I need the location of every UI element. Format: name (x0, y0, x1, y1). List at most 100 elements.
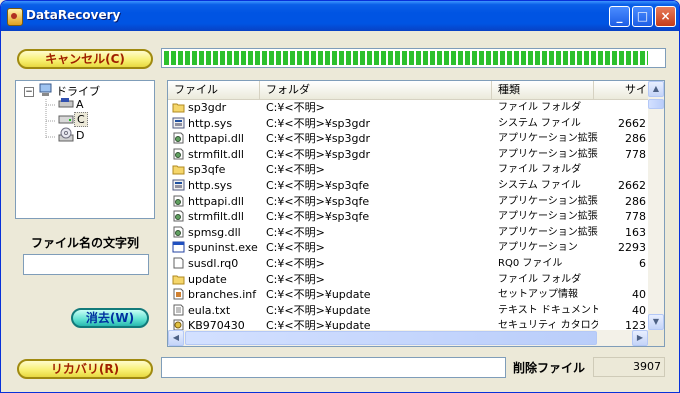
column-header-type[interactable]: 種類 (492, 81, 594, 99)
table-row[interactable]: eula.txt C:¥<不明>¥update テキスト ドキュメント 40 (168, 303, 648, 319)
text-document-icon (173, 304, 184, 316)
tree-item-label: A (76, 98, 84, 111)
minimize-button[interactable]: _ (609, 6, 630, 27)
size-cell: 40 (632, 288, 646, 302)
type-cell: RQ0 ファイル (498, 258, 563, 269)
file-name-cell: strmfilt.dll (188, 147, 244, 161)
file-name-cell: spmsg.dll (188, 225, 241, 239)
file-name-cell: spuninst.exe (188, 241, 258, 255)
size-cell: 2662 (618, 179, 646, 192)
scan-progress-bar (161, 48, 666, 68)
table-row[interactable]: susdl.rq0 C:¥<不明> RQ0 ファイル 6 (168, 256, 648, 272)
type-cell: アプリケーション拡張 (498, 211, 598, 223)
vertical-scrollbar[interactable]: ▲ ▼ (648, 81, 664, 330)
delete-button[interactable]: 消去(W) (71, 308, 149, 328)
type-cell: アプリケーション拡張 (498, 133, 598, 145)
application-icon (172, 241, 185, 253)
vertical-scroll-thumb[interactable] (648, 99, 664, 109)
file-name-cell: httpapi.dll (188, 132, 244, 146)
column-header-size[interactable]: サイ (594, 81, 650, 99)
deleted-files-count: 3907 (593, 357, 665, 377)
table-row[interactable]: update C:¥<不明> ファイル フォルダ (168, 272, 648, 288)
system-file-icon (172, 117, 185, 129)
size-cell (598, 272, 646, 287)
list-header: ファイル フォルダ 種類 サイ (168, 81, 650, 100)
type-cell: システム ファイル (498, 117, 581, 129)
folder-cell: C:¥<不明> (266, 101, 325, 114)
size-cell (598, 100, 646, 115)
cancel-button[interactable]: キャンセル(C) (17, 49, 153, 69)
filename-filter-label: ファイル名の文字列 (30, 236, 139, 250)
table-row[interactable]: branches.inf C:¥<不明>¥update セットアップ情報 40 (168, 287, 648, 303)
table-row[interactable]: strmfilt.dll C:¥<不明>¥sp3qfe アプリケーション拡張 778 (168, 209, 648, 225)
column-header-folder[interactable]: フォルダ (260, 81, 492, 99)
folder-cell: C:¥<不明>¥sp3qfe (266, 194, 370, 208)
folder-cell: C:¥<不明> (266, 272, 325, 286)
size-cell: 2293 (618, 241, 646, 255)
folder-cell: C:¥<不明>¥sp3gdr (266, 116, 371, 130)
recover-button[interactable]: リカバリ(R) (17, 359, 153, 379)
size-cell: 286 (625, 194, 646, 208)
size-cell: 286 (625, 132, 646, 146)
scroll-down-button[interactable]: ▼ (648, 314, 664, 330)
file-name-cell: eula.txt (188, 303, 231, 317)
size-cell: 6 (639, 257, 646, 270)
file-name-cell: sp3gdr (188, 101, 227, 114)
table-row[interactable]: spuninst.exe C:¥<不明> アプリケーション 2293 (168, 240, 648, 256)
table-row[interactable]: sp3gdr C:¥<不明> ファイル フォルダ (168, 100, 648, 116)
table-row[interactable]: spmsg.dll C:¥<不明> アプリケーション拡張 163 (168, 225, 648, 241)
size-cell: 778 (625, 147, 646, 161)
dll-icon (173, 210, 184, 222)
folder-cell: C:¥<不明> (266, 225, 325, 239)
table-row[interactable]: strmfilt.dll C:¥<不明>¥sp3gdr アプリケーション拡張 778 (168, 147, 648, 163)
horizontal-scrollbar[interactable]: ◀ ▶ (168, 330, 648, 346)
window-title: DataRecovery (26, 8, 121, 22)
recover-path-input[interactable] (161, 357, 506, 378)
tree-item-label: C (74, 112, 88, 127)
title-bar[interactable]: DataRecovery _ □ × (1, 1, 679, 31)
drive-tree[interactable]: − ドライブ A C D (15, 80, 155, 219)
folder-cell: C:¥<不明>¥sp3qfe (266, 210, 370, 224)
scroll-left-button[interactable]: ◀ (168, 330, 184, 346)
dll-icon (173, 148, 184, 160)
scroll-up-button[interactable]: ▲ (648, 81, 664, 97)
filename-filter-input[interactable] (23, 254, 149, 275)
folder-cell: C:¥<不明>¥update (266, 303, 371, 317)
deleted-files-label: 削除ファイル (513, 361, 586, 375)
file-name-cell: httpapi.dll (188, 194, 244, 208)
progress-fill (164, 51, 648, 65)
table-row[interactable]: httpapi.dll C:¥<不明>¥sp3gdr アプリケーション拡張 286 (168, 131, 648, 147)
type-cell: アプリケーション拡張 (498, 195, 598, 207)
file-name-cell: strmfilt.dll (188, 210, 244, 224)
maximize-button[interactable]: □ (632, 6, 653, 27)
type-cell: アプリケーション拡張 (498, 148, 598, 160)
table-row[interactable]: http.sys C:¥<不明>¥sp3qfe システム ファイル 2662 (168, 178, 648, 194)
size-cell: 778 (625, 210, 646, 224)
folder-cell: C:¥<不明>¥sp3qfe (266, 179, 370, 192)
type-cell: システム ファイル (498, 180, 581, 191)
horizontal-scroll-thumb[interactable] (185, 331, 597, 345)
folder-icon (172, 165, 185, 175)
folder-cell: C:¥<不明>¥sp3gdr (266, 147, 371, 161)
file-name-cell: update (188, 272, 227, 286)
close-button[interactable]: × (655, 6, 676, 27)
size-cell: 163 (625, 225, 646, 239)
folder-cell: C:¥<不明> (266, 241, 325, 255)
size-cell (598, 162, 646, 177)
folder-cell: C:¥<不明>¥sp3gdr (266, 132, 371, 146)
table-row[interactable]: http.sys C:¥<不明>¥sp3gdr システム ファイル 2662 (168, 116, 648, 132)
file-name-cell: http.sys (188, 116, 233, 130)
dll-icon (173, 226, 184, 238)
column-header-file[interactable]: ファイル (168, 81, 260, 99)
dll-icon (173, 195, 184, 207)
table-row[interactable]: sp3qfe C:¥<不明> ファイル フォルダ (168, 162, 648, 178)
folder-icon (172, 103, 185, 113)
folder-cell: C:¥<不明>¥update (266, 288, 371, 302)
app-icon (7, 8, 23, 26)
table-row[interactable]: httpapi.dll C:¥<不明>¥sp3qfe アプリケーション拡張 286 (168, 194, 648, 210)
generic-file-icon (173, 257, 184, 269)
tree-lines (45, 99, 56, 139)
file-list[interactable]: ファイル フォルダ 種類 サイ sp3gdr C:¥<不明> ファイル フォルダ ht… (167, 80, 665, 347)
file-name-cell: susdl.rq0 (188, 257, 239, 270)
scroll-right-button[interactable]: ▶ (632, 330, 648, 346)
